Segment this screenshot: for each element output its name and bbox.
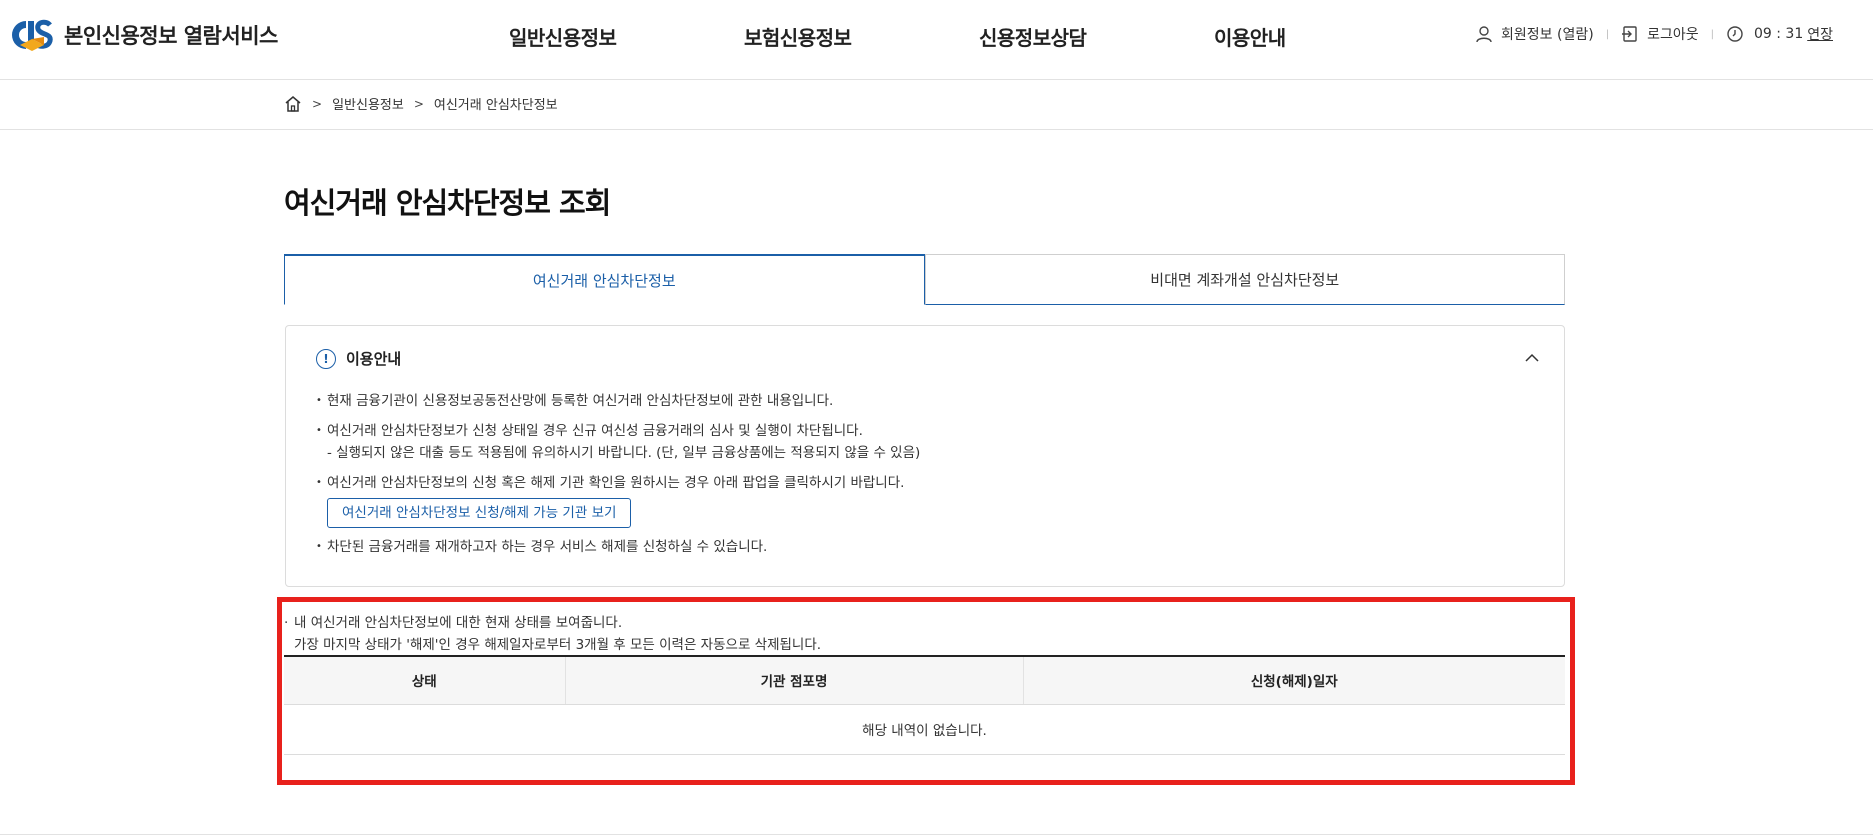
view-institutions-button[interactable]: 여신거래 안심차단정보 신청/해제 가능 기관 보기 [327,498,632,528]
usage-guide-panel: ! 이용안내 현재 금융기관이 신용정보공동전산망에 등록한 여신거래 안심차단… [285,325,1565,587]
guide-item: 현재 금융기관이 신용정보공동전산망에 등록한 여신거래 안심차단정보에 관한 … [316,390,1516,412]
page-title: 여신거래 안심차단정보 조회 [284,186,611,220]
status-notice: 내 여신거래 안심차단정보에 대한 현재 상태를 보여줍니다. 가장 마지막 상… [284,612,821,656]
session-timer: 09 : 31 연장 [1726,24,1833,44]
clock-icon [1727,26,1743,42]
empty-message: 해당 내역이 없습니다. [284,704,1565,755]
home-icon[interactable] [284,95,302,113]
nav-usage-guide[interactable]: 이용안내 [1214,22,1286,51]
status-notice-line: 가장 마지막 상태가 '해제'인 경우 해제일자로부터 3개월 후 모든 이력은… [294,637,822,653]
column-header-date: 신청(해제)일자 [1022,655,1565,705]
column-header-branch: 기관 점포명 [564,655,1023,705]
logout-icon [1622,26,1637,42]
member-info-link[interactable]: 회원정보 (열람) [1475,24,1594,44]
guide-item: 여신거래 안심차단정보의 신청 혹은 해제 기관 확인을 원하시는 경우 아래 … [316,472,1516,528]
footer-divider [0,834,1873,835]
user-icon [1476,26,1492,43]
breadcrumb-level2[interactable]: 여신거래 안심차단정보 [434,94,558,113]
chevron-up-icon[interactable] [1522,348,1542,368]
tab-list: 여신거래 안심차단정보 비대면 계좌개설 안심차단정보 [284,254,1565,305]
guide-item-subtext: - 실행되지 않은 대출 등도 적용됨에 유의하시기 바랍니다. (단, 일부 … [327,445,921,461]
guide-title: 이용안내 [346,350,402,368]
chevron-right-icon: > [413,96,424,111]
util-divider: | [1605,28,1610,40]
info-icon: ! [316,348,336,369]
status-table: 상태 기관 점포명 신청(해제)일자 해당 내역이 없습니다. [284,655,1565,755]
nav-credit-consult[interactable]: 신용정보상담 [979,22,1087,51]
column-header-status: 상태 [284,655,565,705]
tab-loan-block[interactable]: 여신거래 안심차단정보 [284,254,925,305]
utility-menu: 회원정보 (열람) | 로그아웃 | 09 : 31 연장 [1475,24,1833,44]
guide-item: 여신거래 안심차단정보가 신청 상태일 경우 신규 여신성 금융거래의 심사 및… [316,420,1516,464]
nav-insurance-credit[interactable]: 보험신용정보 [744,22,852,51]
logout-link[interactable]: 로그아웃 [1621,24,1699,44]
logout-label: 로그아웃 [1647,27,1699,43]
site-header: 본인신용정보 열람서비스 일반신용정보 보험신용정보 신용정보상담 이용안내 회… [0,0,1873,80]
breadcrumb: > 일반신용정보 > 여신거래 안심차단정보 [0,80,1873,130]
status-notice-line: 내 여신거래 안심차단정보에 대한 현재 상태를 보여줍니다. [284,612,821,634]
extend-session-button[interactable]: 연장 [1807,24,1833,44]
breadcrumb-level1[interactable]: 일반신용정보 [332,94,404,113]
guide-item-text: 여신거래 안심차단정보가 신청 상태일 경우 신규 여신성 금융거래의 심사 및… [327,423,863,439]
table-header-row: 상태 기관 점포명 신청(해제)일자 [284,655,1565,705]
timer-value: 09 : 31 [1753,26,1804,42]
nav-general-credit[interactable]: 일반신용정보 [509,22,617,51]
tab-account-block[interactable]: 비대면 계좌개설 안심차단정보 [924,254,1565,305]
member-info-label: 회원정보 (열람) [1501,27,1594,43]
table-row: 해당 내역이 없습니다. [284,704,1565,755]
guide-item-text: 여신거래 안심차단정보의 신청 혹은 해제 기관 확인을 원하시는 경우 아래 … [327,475,905,491]
guide-item: 차단된 금융거래를 재개하고자 하는 경우 서비스 해제를 신청하실 수 있습니… [316,536,1516,558]
chevron-right-icon: > [312,96,323,111]
guide-list: 현재 금융기관이 신용정보공동전산망에 등록한 여신거래 안심차단정보에 관한 … [316,390,1516,566]
util-divider: | [1710,28,1714,40]
